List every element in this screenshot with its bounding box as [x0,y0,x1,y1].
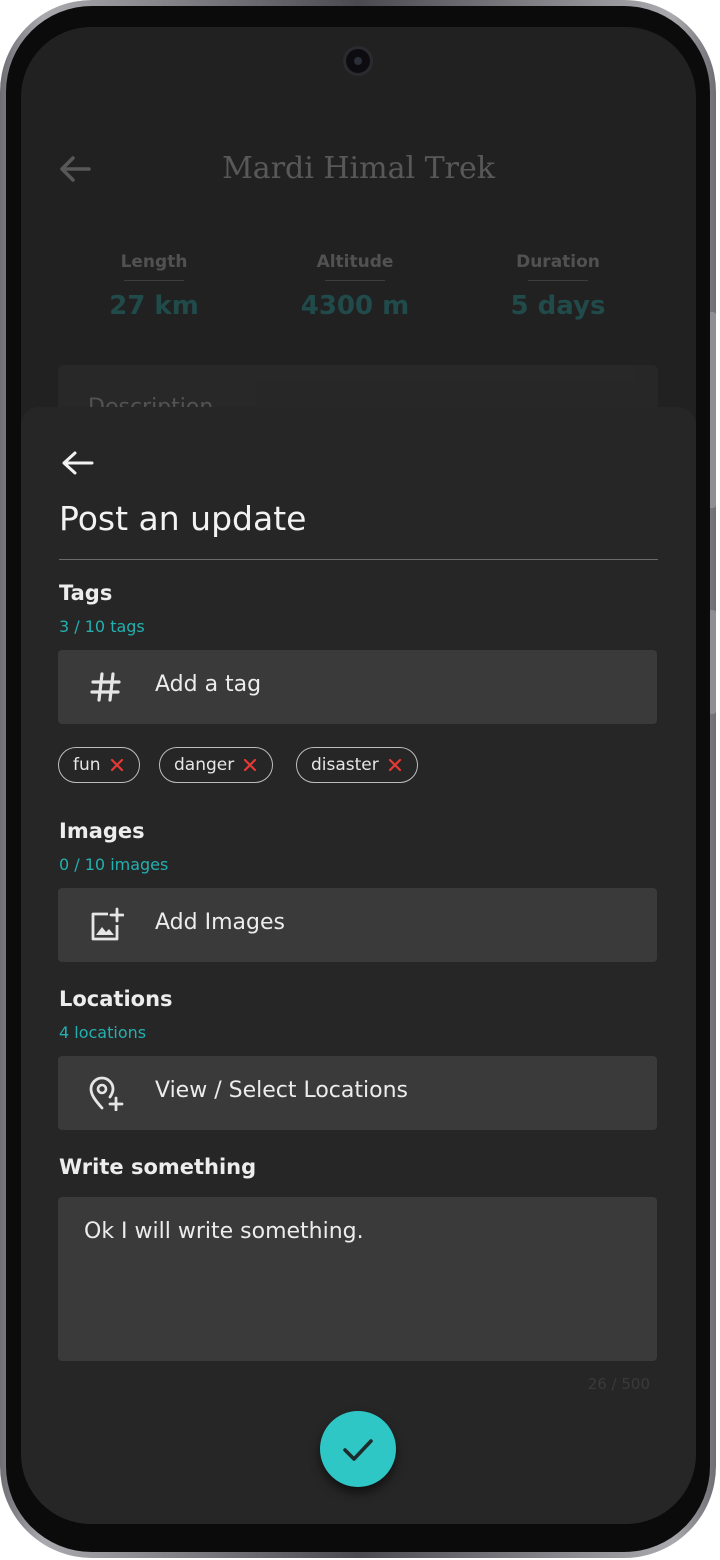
front-camera [346,49,370,73]
volume-button [710,312,716,508]
images-heading: Images [59,819,145,843]
add-images-button[interactable]: Add Images [58,888,657,962]
select-locations-label: View / Select Locations [155,1078,408,1103]
remove-tag-icon[interactable] [109,757,125,773]
add-location-icon [89,1076,124,1111]
add-tag-label: Add a tag [155,672,262,697]
screen: Mardi Himal Trek Length 27 km Altitude 4… [21,27,696,1524]
stat-label: Altitude [316,252,394,272]
images-count: 0 / 10 images [59,855,169,874]
trek-title: Mardi Himal Trek [222,151,495,186]
tags-count: 3 / 10 tags [59,617,145,636]
title-divider [59,559,658,560]
select-locations-button[interactable]: View / Select Locations [58,1056,657,1130]
tag-chip[interactable]: danger [159,747,274,783]
stat-value: 5 days [510,291,606,321]
power-button [710,610,716,714]
tag-chip[interactable]: fun [58,747,140,783]
stat-underline [325,280,385,281]
locations-count: 4 locations [59,1023,147,1042]
back-arrow-icon[interactable] [59,447,95,479]
remove-tag-icon[interactable] [387,757,403,773]
stat-altitude: Altitude 4300 m [255,252,455,321]
tag-chip[interactable]: disaster [296,747,418,783]
remove-tag-icon[interactable] [242,757,258,773]
tags-heading: Tags [59,581,113,605]
stat-duration: Duration 5 days [458,252,658,321]
tag-chip-label: danger [174,755,235,775]
stat-value: 27 km [109,291,199,321]
post-text-field[interactable]: Ok I will write something. [58,1197,657,1361]
tag-chip-label: fun [73,755,101,775]
add-tag-button[interactable]: Add a tag [58,650,657,724]
stat-length: Length 27 km [54,252,254,321]
check-icon [343,1439,373,1461]
post-text-value: Ok I will write something. [84,1219,364,1244]
stat-label: Duration [516,252,600,272]
tag-chip-label: disaster [311,755,379,775]
post-update-sheet: Post an update Tags 3 / 10 tags Add a ta… [21,407,696,1524]
stat-value: 4300 m [300,291,410,321]
stat-underline [124,280,184,281]
write-heading: Write something [59,1155,257,1179]
stat-underline [528,280,588,281]
stat-label: Length [120,252,188,272]
submit-button[interactable] [320,1411,396,1487]
page-title: Post an update [59,499,307,538]
phone-frame: Mardi Himal Trek Length 27 km Altitude 4… [0,0,716,1558]
locations-heading: Locations [59,987,173,1011]
add-images-label: Add Images [155,910,285,935]
character-counter: 26 / 500 [587,1375,650,1393]
add-photo-icon [91,907,124,941]
hashtag-icon [90,672,121,702]
